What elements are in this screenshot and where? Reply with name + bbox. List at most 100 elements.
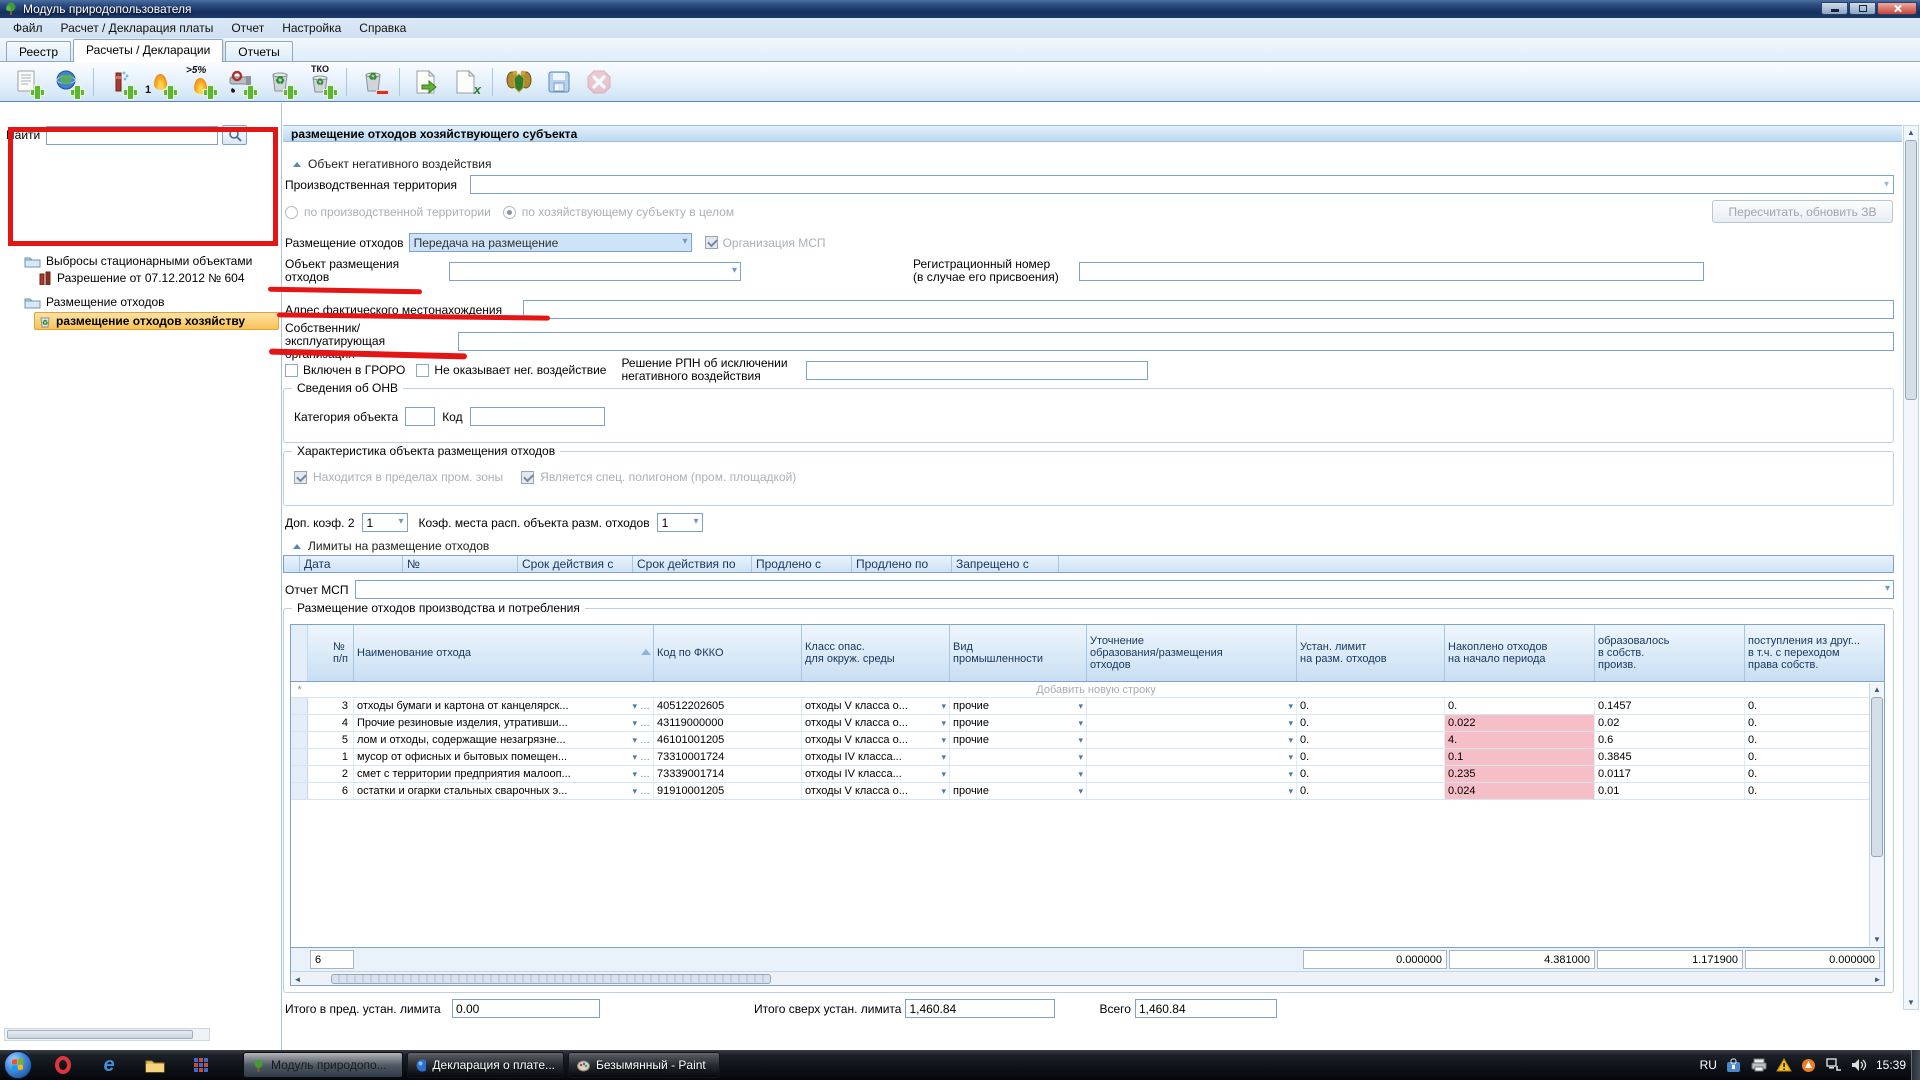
cell-hazard-class[interactable]: отходы V класса о... [802, 698, 950, 714]
cell-num[interactable]: 6 [308, 783, 354, 799]
sidebar-horizontal-scrollbar[interactable] [4, 1028, 210, 1041]
table-row[interactable]: 6остатки и огарки стальных сварочных э..… [291, 783, 1884, 800]
cell-accumulated[interactable]: 0.024 [1445, 783, 1595, 799]
menu-item-report[interactable]: Отчет [222, 19, 273, 37]
add-calculation-icon[interactable] [10, 66, 44, 98]
ellipsis-button[interactable] [637, 734, 650, 746]
taskbar-button-paint[interactable]: Безымянный - Paint [568, 1052, 720, 1078]
collapse-icon[interactable] [293, 544, 301, 549]
prod-territory-input[interactable] [470, 175, 1894, 194]
avast-tray-icon[interactable] [1801, 1057, 1817, 1073]
polygon-checkbox[interactable] [521, 471, 534, 484]
cell-clarification[interactable] [1087, 749, 1297, 765]
cell-received[interactable]: 0. [1745, 732, 1884, 748]
start-button[interactable] [4, 1051, 32, 1079]
cell-limit[interactable]: 0. [1297, 783, 1445, 799]
code-input[interactable] [470, 407, 605, 426]
ellipsis-button[interactable] [637, 768, 650, 780]
cell-limit[interactable]: 0. [1297, 715, 1445, 731]
waste-grid-header[interactable]: № п/п Наименование отхода Код по ФККО Кл… [291, 625, 1884, 682]
cell-industry[interactable]: прочие [950, 715, 1087, 731]
tree-item-permit[interactable]: Разрешение от 07.12.2012 № 604 [38, 269, 245, 287]
add-water-discharge-icon[interactable] [223, 66, 257, 98]
tree-item-waste-placement-selected[interactable]: ♻ размещение отходов хозяйству [34, 312, 279, 330]
cell-industry[interactable] [950, 749, 1087, 765]
cell-received[interactable]: 0. [1745, 766, 1884, 782]
table-row[interactable]: 1мусор от офисных и бытовых помещен...73… [291, 749, 1884, 766]
form-vertical-scrollbar[interactable] [1903, 125, 1919, 1010]
no-impact-checkbox[interactable] [416, 364, 429, 377]
cell-received[interactable]: 0. [1745, 783, 1884, 799]
grid-vertical-scrollbar[interactable] [1869, 683, 1884, 946]
tree-folder-waste[interactable]: Размещение отходов [24, 293, 165, 311]
msp-report-combo[interactable] [355, 580, 1894, 599]
scroll-down-icon[interactable] [1870, 933, 1884, 946]
close-button[interactable] [1877, 2, 1917, 15]
cell-hazard-class[interactable]: отходы V класса о... [802, 732, 950, 748]
cell-produced[interactable]: 0.0117 [1595, 766, 1745, 782]
menu-item-settings[interactable]: Настройка [273, 19, 350, 37]
cell-received[interactable]: 0. [1745, 715, 1884, 731]
cell-limit[interactable]: 0. [1297, 698, 1445, 714]
search-button[interactable] [222, 125, 247, 145]
ellipsis-button[interactable] [637, 785, 650, 797]
add-torch-1-icon[interactable]: 1 [143, 66, 177, 98]
minimize-button[interactable] [1821, 2, 1848, 15]
cell-name[interactable]: мусор от офисных и бытовых помещен... [354, 749, 654, 765]
cancel-icon[interactable] [582, 66, 616, 98]
maximize-button[interactable] [1849, 2, 1876, 15]
ellipsis-button[interactable] [637, 751, 650, 763]
ellipsis-button[interactable] [637, 700, 650, 712]
recalc-button[interactable]: Пересчитать, обновить ЗВ [1712, 200, 1893, 223]
limits-table-header[interactable]: Дата № Срок действия с Срок действия по … [283, 555, 1894, 573]
cell-hazard-class[interactable]: отходы IV класса... [802, 766, 950, 782]
taskbar-button-module[interactable]: Модуль природопо... [243, 1052, 403, 1078]
grid-horizontal-scrollbar[interactable] [291, 971, 1884, 985]
cell-limit[interactable]: 0. [1297, 732, 1445, 748]
cell-clarification[interactable] [1087, 732, 1297, 748]
cell-num[interactable]: 5 [308, 732, 354, 748]
export-excel-icon[interactable]: x [449, 66, 483, 98]
over-limit-input[interactable] [905, 999, 1055, 1018]
add-torch-5pct-icon[interactable]: >5% [183, 66, 217, 98]
cell-name[interactable]: отходы бумаги и картона от канцелярск... [354, 698, 654, 714]
cell-clarification[interactable] [1087, 698, 1297, 714]
ellipsis-button[interactable] [637, 717, 650, 729]
cell-limit[interactable]: 0. [1297, 766, 1445, 782]
cell-received[interactable]: 0. [1745, 749, 1884, 765]
add-new-row[interactable]: * Добавить новую строку [291, 682, 1884, 698]
within-limit-input[interactable] [452, 999, 600, 1018]
category-input[interactable] [405, 407, 435, 426]
regnum-input[interactable] [1079, 262, 1704, 281]
coef2-select[interactable]: 1 [362, 513, 408, 532]
warning-tray-icon[interactable] [1776, 1057, 1792, 1073]
rpn-input[interactable] [806, 361, 1148, 380]
add-waste-placement-icon[interactable]: ♻ [263, 66, 297, 98]
scroll-up-icon[interactable] [1904, 126, 1918, 139]
menu-item-file[interactable]: Файл [4, 19, 52, 37]
object-placement-combo[interactable] [449, 262, 741, 281]
table-row[interactable]: 4Прочие резиновые изделия, утративши...4… [291, 715, 1884, 732]
security-tray-icon[interactable] [1726, 1057, 1742, 1073]
vscroll-thumb[interactable] [1871, 697, 1883, 857]
cell-fkko[interactable]: 46101001205 [654, 732, 802, 748]
cell-fkko[interactable]: 73339001714 [654, 766, 802, 782]
vscroll-thumb[interactable] [1905, 140, 1917, 400]
show-desktop-button[interactable] [1911, 1050, 1920, 1080]
prom-zone-checkbox[interactable] [294, 471, 307, 484]
cell-received[interactable]: 0. [1745, 698, 1884, 714]
cell-hazard-class[interactable]: отходы IV класса... [802, 749, 950, 765]
cell-num[interactable]: 4 [308, 715, 354, 731]
scroll-left-icon[interactable] [291, 973, 304, 985]
cell-name[interactable]: смет с территории предприятия малооп... [354, 766, 654, 782]
table-row[interactable]: 2смет с территории предприятия малооп...… [291, 766, 1884, 783]
rpn-emblem-icon[interactable] [502, 66, 536, 98]
owner-input[interactable] [458, 332, 1894, 351]
add-internet-report-icon[interactable] [50, 66, 84, 98]
network-tray-icon[interactable] [1826, 1057, 1842, 1073]
tab-reports[interactable]: Отчеты [225, 41, 292, 61]
cell-num[interactable]: 3 [308, 698, 354, 714]
tab-registry[interactable]: Реестр [6, 41, 71, 61]
search-input[interactable] [46, 126, 218, 145]
cell-fkko[interactable]: 43119000000 [654, 715, 802, 731]
